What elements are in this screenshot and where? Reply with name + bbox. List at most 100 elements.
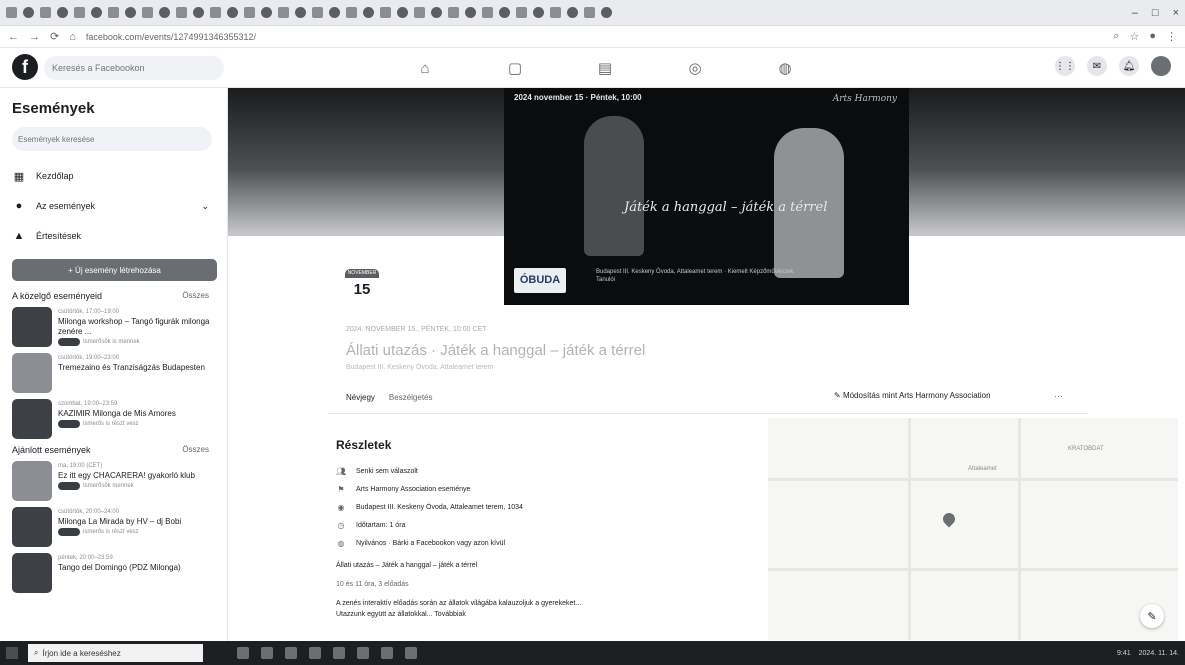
taskbar-app-icon[interactable] bbox=[237, 647, 249, 659]
profile-avatar[interactable] bbox=[1151, 56, 1171, 76]
tab-favicon[interactable] bbox=[516, 7, 527, 18]
list-item[interactable]: péntek, 20:00–23:59 Tango del Domingo (P… bbox=[12, 553, 219, 593]
tab-favicon[interactable] bbox=[74, 7, 85, 18]
gaming-nav-icon[interactable]: ◍ bbox=[755, 54, 815, 82]
tab-favicon[interactable] bbox=[244, 7, 255, 18]
list-item[interactable]: ma, 19:00 (CET) Ez itt egy CHACARERA! gy… bbox=[12, 461, 219, 501]
maximize-button[interactable]: □ bbox=[1152, 7, 1159, 19]
edit-as-button[interactable]: ✎ Módosítás mint Arts Harmony Associatio… bbox=[834, 391, 991, 400]
tab-favicon[interactable] bbox=[261, 7, 272, 18]
tab-favicon[interactable] bbox=[346, 7, 357, 18]
clock-date[interactable]: 2024. 11. 14. bbox=[1139, 650, 1179, 657]
tab-favicon[interactable] bbox=[448, 7, 459, 18]
tab-favicon[interactable] bbox=[125, 7, 136, 18]
taskbar-search[interactable]: ⌕ Írjon ide a kereséshez bbox=[28, 644, 203, 662]
windows-start-icon[interactable] bbox=[6, 647, 18, 659]
tab-favicon[interactable] bbox=[567, 7, 578, 18]
close-button[interactable]: × bbox=[1173, 7, 1179, 19]
video-nav-icon[interactable]: ▢ bbox=[485, 54, 545, 82]
taskbar-app-icon[interactable] bbox=[381, 647, 393, 659]
back-icon[interactable]: ← bbox=[8, 31, 19, 43]
marketplace-nav-icon[interactable]: ▤ bbox=[575, 54, 635, 82]
facebook-search-input[interactable] bbox=[44, 56, 224, 80]
event-map[interactable]: KRATOBDAT Attaleamet ✎ bbox=[768, 418, 1178, 640]
tab-favicon[interactable] bbox=[329, 7, 340, 18]
tab-favicon[interactable] bbox=[465, 7, 476, 18]
map-pin-icon[interactable] bbox=[940, 510, 958, 528]
tab-favicon[interactable] bbox=[363, 7, 374, 18]
clock-time[interactable]: 9:41 bbox=[1117, 650, 1131, 657]
chevron-down-icon[interactable]: ⌄ bbox=[201, 201, 209, 212]
event-cover-photo[interactable]: 2024 november 15 · Péntek, 10:00 Arts Ha… bbox=[504, 88, 909, 305]
taskbar-app-icon[interactable] bbox=[357, 647, 369, 659]
see-all-link[interactable]: Összes bbox=[182, 445, 209, 455]
menu-grid-icon[interactable]: ⋮⋮ bbox=[1055, 56, 1075, 76]
tab-favicon[interactable] bbox=[57, 7, 68, 18]
tab-favicon[interactable] bbox=[414, 7, 425, 18]
tab-favicon[interactable] bbox=[431, 7, 442, 18]
profile-icon[interactable]: ● bbox=[1149, 30, 1156, 43]
tab-favicon[interactable] bbox=[23, 7, 34, 18]
sidebar-item-your-events[interactable]: ● Az események ⌄ bbox=[12, 191, 219, 221]
sidebar-item-notifications[interactable]: ▲ Értesítések bbox=[12, 221, 219, 251]
edit-label: Módosítás mint Arts Harmony Association bbox=[842, 391, 991, 400]
menu-icon[interactable]: ⋮ bbox=[1166, 30, 1177, 43]
tab-favicon[interactable] bbox=[108, 7, 119, 18]
tab-favicon[interactable] bbox=[380, 7, 391, 18]
event-date: péntek, 20:00–23:59 bbox=[58, 555, 113, 561]
tab-about[interactable]: Névjegy bbox=[346, 393, 375, 402]
tab-favicon[interactable] bbox=[91, 7, 102, 18]
tab-favicon[interactable] bbox=[142, 7, 153, 18]
tab-favicon[interactable] bbox=[533, 7, 544, 18]
tab-favicon[interactable] bbox=[312, 7, 323, 18]
tab-favicon[interactable] bbox=[278, 7, 289, 18]
url-field[interactable]: facebook.com/events/1274991346355312/ bbox=[86, 32, 1103, 42]
tab-favicon[interactable] bbox=[227, 7, 238, 18]
messenger-icon[interactable]: ✉ bbox=[1087, 56, 1107, 76]
star-icon[interactable]: ☆ bbox=[1129, 30, 1139, 43]
event-location[interactable]: Budapest III. Keskeny Óvoda, Attaleamet … bbox=[346, 364, 493, 371]
map-label: KRATOBDAT bbox=[1068, 446, 1104, 452]
tab-favicon[interactable] bbox=[295, 7, 306, 18]
list-item[interactable]: szombat, 19:00–23:59 KAZIMIR Milonga de … bbox=[12, 399, 219, 439]
create-event-button[interactable]: + Új esemény létrehozása bbox=[12, 259, 217, 281]
tab-favicon[interactable] bbox=[159, 7, 170, 18]
tab-favicon[interactable] bbox=[6, 7, 17, 18]
notifications-icon[interactable]: 🔔︎ bbox=[1119, 56, 1139, 76]
tab-favicon[interactable] bbox=[499, 7, 510, 18]
list-item[interactable]: csütörtök, 17:00–19:00 Milonga workshop … bbox=[12, 307, 219, 347]
see-all-link[interactable]: Összes bbox=[182, 291, 209, 301]
sidebar-item-home[interactable]: ▦ Kezdőlap bbox=[12, 161, 219, 191]
detail-text[interactable]: Arts Harmony Association eseménye bbox=[356, 486, 470, 493]
tab-favicon[interactable] bbox=[193, 7, 204, 18]
tab-favicon[interactable] bbox=[482, 7, 493, 18]
tab-favicon[interactable] bbox=[397, 7, 408, 18]
forward-icon[interactable]: → bbox=[29, 31, 40, 43]
see-more-link[interactable]: Utazzunk együtt az állatokkal... További… bbox=[336, 609, 636, 620]
taskbar-app-icon[interactable] bbox=[261, 647, 273, 659]
events-search-input[interactable] bbox=[12, 127, 212, 151]
taskbar-app-icon[interactable] bbox=[285, 647, 297, 659]
groups-nav-icon[interactable]: ◎ bbox=[665, 54, 725, 82]
compose-icon[interactable]: ✎ bbox=[1140, 604, 1164, 628]
reload-icon[interactable]: ⟳ bbox=[50, 30, 59, 43]
tab-favicon[interactable] bbox=[601, 7, 612, 18]
list-item[interactable]: csütörtök, 19:00–23:00 Tremezaino és Tra… bbox=[12, 353, 219, 393]
taskbar-app-icon[interactable] bbox=[309, 647, 321, 659]
home-icon[interactable]: ⌂ bbox=[69, 31, 76, 43]
tab-favicon[interactable] bbox=[176, 7, 187, 18]
tab-favicon[interactable] bbox=[584, 7, 595, 18]
tab-favicon[interactable] bbox=[210, 7, 221, 18]
more-options-button[interactable]: ··· bbox=[1054, 391, 1063, 401]
tab-favicon[interactable] bbox=[550, 7, 561, 18]
facebook-logo[interactable]: f bbox=[12, 54, 38, 80]
taskbar-app-icon[interactable] bbox=[333, 647, 345, 659]
details-title: Részletek bbox=[336, 438, 392, 452]
home-nav-icon[interactable]: ⌂ bbox=[395, 54, 455, 82]
tab-favicon[interactable] bbox=[40, 7, 51, 18]
zoom-icon[interactable]: ⌕ bbox=[1113, 30, 1119, 43]
minimize-button[interactable]: – bbox=[1132, 7, 1138, 19]
tab-discussion[interactable]: Beszélgetés bbox=[389, 393, 433, 402]
taskbar-app-icon[interactable] bbox=[405, 647, 417, 659]
list-item[interactable]: csütörtök, 20:00–24:00 Milonga La Mirada… bbox=[12, 507, 219, 547]
